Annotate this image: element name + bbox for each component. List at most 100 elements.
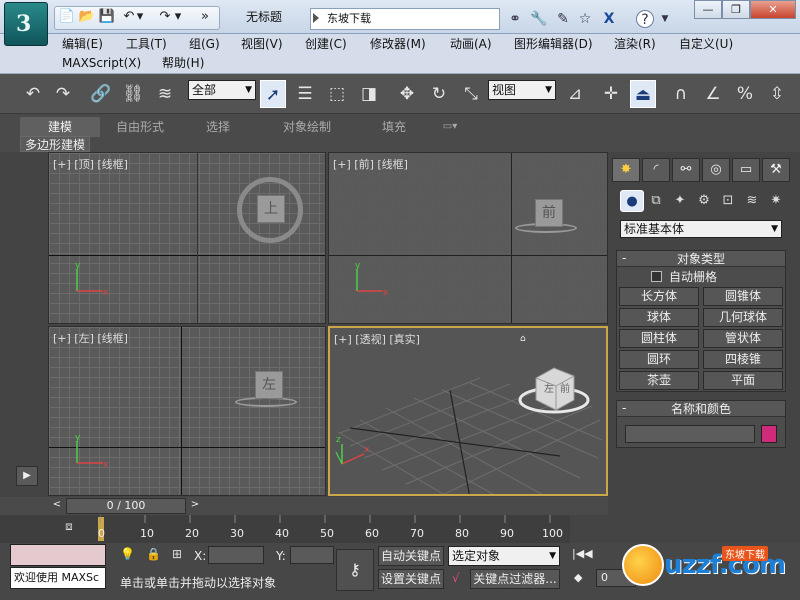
viewcube-face-left[interactable]: 左 [544, 380, 554, 395]
viewport-label[interactable]: [+] [左] [线框] [53, 330, 128, 346]
move-icon[interactable]: ✥ [394, 80, 420, 108]
unlink-icon[interactable]: ⛓ [120, 80, 146, 108]
favorite-icon[interactable]: ☆ [576, 10, 594, 28]
menu-modifiers[interactable]: 修改器(M) [370, 35, 426, 53]
rollout-title[interactable]: 对象类型 [617, 251, 785, 267]
window-crossing-icon[interactable]: ◨ [356, 80, 382, 108]
maxscript-mini-listener[interactable]: 欢迎使用 MAXSc [10, 567, 106, 589]
menu-view[interactable]: 视图(V) [241, 35, 283, 53]
menu-edit[interactable]: 编辑(E) [62, 35, 103, 53]
collapse-icon[interactable]: - [622, 401, 626, 415]
tube-button[interactable]: 管状体 [703, 329, 783, 348]
hierarchy-tab-icon[interactable]: ⚯ [672, 158, 700, 182]
app-logo-button[interactable]: 3 [4, 2, 48, 46]
cameras-icon[interactable]: ⚙ [692, 190, 716, 212]
scale-icon[interactable]: ⤡ [458, 80, 484, 108]
tools-icon[interactable]: 🔧 [530, 10, 548, 28]
category-dropdown[interactable]: 标准基本体 [620, 220, 782, 238]
redo-dropdown-icon[interactable]: ▾ [172, 8, 184, 26]
key-filter-icon[interactable]: √ [452, 571, 460, 585]
go-to-start-icon[interactable]: |◀◀ [572, 547, 593, 560]
ribbon-tab-object-paint[interactable]: 对象绘制 [262, 117, 352, 137]
cone-button[interactable]: 圆锥体 [703, 287, 783, 306]
mini-curve-editor-icon[interactable]: ⧈ [60, 519, 78, 537]
select-object-icon[interactable]: ➚ [260, 80, 286, 108]
systems-icon[interactable]: ✷ [764, 190, 788, 212]
helpers-icon[interactable]: ⊡ [716, 190, 740, 212]
ribbon-options-icon[interactable]: ▭▾ [436, 117, 464, 137]
prev-frame-icon[interactable]: < [50, 499, 64, 513]
percent-snap-icon[interactable]: % [732, 80, 758, 108]
maxscript-mini-listener-top[interactable] [10, 544, 106, 566]
select-manipulate-icon[interactable]: ✛ [598, 80, 624, 108]
select-and-link-icon[interactable]: 🔗 [88, 80, 114, 108]
undo-dropdown-icon[interactable]: ▾ [134, 8, 146, 26]
auto-key-button[interactable]: 自动关键点 [378, 546, 444, 566]
autogrid-checkbox[interactable] [651, 271, 662, 282]
next-frame-icon[interactable]: > [188, 499, 202, 513]
home-icon[interactable]: ⌂ [520, 334, 526, 344]
selection-set-dropdown[interactable]: 选定对象 [448, 546, 560, 566]
utilities-tab-icon[interactable]: ⚒ [762, 158, 790, 182]
ribbon-tab-populate[interactable]: 填充 [356, 117, 432, 137]
create-tab-icon[interactable]: ✸ [612, 158, 640, 182]
viewport-left[interactable]: [+] [左] [线框] 左 y x [48, 326, 326, 496]
help-icon[interactable]: ? [636, 10, 654, 28]
reference-coordinate-dropdown[interactable]: 视图 [488, 80, 556, 100]
selection-filter-dropdown[interactable]: 全部 [188, 80, 256, 100]
x-coordinate-field[interactable] [208, 546, 264, 564]
viewcube[interactable]: 左 [255, 371, 283, 399]
viewport-perspective[interactable]: z x 左 前 ⌂ [+] [透视] [真实] [328, 326, 608, 496]
close-button[interactable]: ✕ [750, 0, 796, 19]
redo-icon[interactable]: ↷ [50, 80, 76, 108]
new-file-icon[interactable]: 📄 [58, 8, 76, 26]
set-key-button[interactable]: 设置关键点 [378, 569, 444, 589]
menu-group[interactable]: 组(G) [189, 35, 220, 53]
pivot-center-icon[interactable]: ⊿ [562, 80, 588, 108]
cylinder-button[interactable]: 圆柱体 [619, 329, 699, 348]
time-slider-handle[interactable]: 0 / 100 [66, 498, 186, 514]
exchange-icon[interactable]: X [600, 10, 618, 28]
viewport-label[interactable]: [+] [前] [线框] [333, 156, 408, 172]
display-tab-icon[interactable]: ▭ [732, 158, 760, 182]
pyramid-button[interactable]: 四棱锥 [703, 350, 783, 369]
modify-tab-icon[interactable]: ◜ [642, 158, 670, 182]
menu-help[interactable]: 帮助(H) [162, 54, 204, 72]
restore-button[interactable]: ❐ [722, 0, 750, 19]
torus-button[interactable]: 圆环 [619, 350, 699, 369]
menu-maxscript[interactable]: MAXScript(X) [62, 54, 141, 72]
plane-button[interactable]: 平面 [703, 371, 783, 390]
viewcube[interactable]: 前 [535, 199, 563, 227]
isolate-selection-icon[interactable]: 💡 [120, 547, 135, 561]
open-file-icon[interactable]: 📂 [78, 8, 96, 26]
ribbon-tab-selection[interactable]: 选择 [180, 117, 256, 137]
motion-tab-icon[interactable]: ◎ [702, 158, 730, 182]
viewcube[interactable]: 上 [257, 195, 285, 223]
viewport-front[interactable]: [+] [前] [线框] 前 y x [328, 152, 608, 324]
ribbon-panel-polygon-modeling[interactable]: 多边形建模 [20, 136, 91, 152]
viewcube-face-front[interactable]: 前 [560, 380, 570, 395]
rectangle-selection-icon[interactable]: ⬚ [324, 80, 350, 108]
key-filters-button[interactable]: 关键点过滤器... [470, 569, 560, 589]
ribbon-tab-modeling[interactable]: 建模 [20, 117, 100, 137]
angle-snap-icon[interactable]: ∠ [700, 80, 726, 108]
shapes-icon[interactable]: ⧉ [644, 190, 668, 212]
play-sidebar-icon[interactable]: ▶ [16, 466, 38, 486]
rollout-title[interactable]: 名称和颜色 [617, 401, 785, 417]
sphere-button[interactable]: 球体 [619, 308, 699, 327]
binoculars-icon[interactable]: ⚭ [506, 10, 524, 28]
lights-icon[interactable]: ✦ [668, 190, 692, 212]
menu-customize[interactable]: 自定义(U) [679, 35, 733, 53]
key-mode-icon[interactable]: ⚷ [336, 549, 374, 591]
select-by-name-icon[interactable]: ☰ [292, 80, 318, 108]
viewport-top[interactable]: [+] [顶] [线框] 上 y x [48, 152, 326, 324]
rotate-icon[interactable]: ↻ [426, 80, 452, 108]
bind-space-warp-icon[interactable]: ≋ [152, 80, 178, 108]
save-file-icon[interactable]: 💾 [98, 8, 116, 26]
ribbon-tab-freeform[interactable]: 自由形式 [100, 117, 180, 137]
collapse-icon[interactable]: - [622, 251, 626, 265]
search-input[interactable]: 东坡下载 [310, 8, 500, 30]
selection-lock-icon[interactable]: 🔒 [146, 547, 161, 561]
teapot-button[interactable]: 茶壶 [619, 371, 699, 390]
box-button[interactable]: 长方体 [619, 287, 699, 306]
